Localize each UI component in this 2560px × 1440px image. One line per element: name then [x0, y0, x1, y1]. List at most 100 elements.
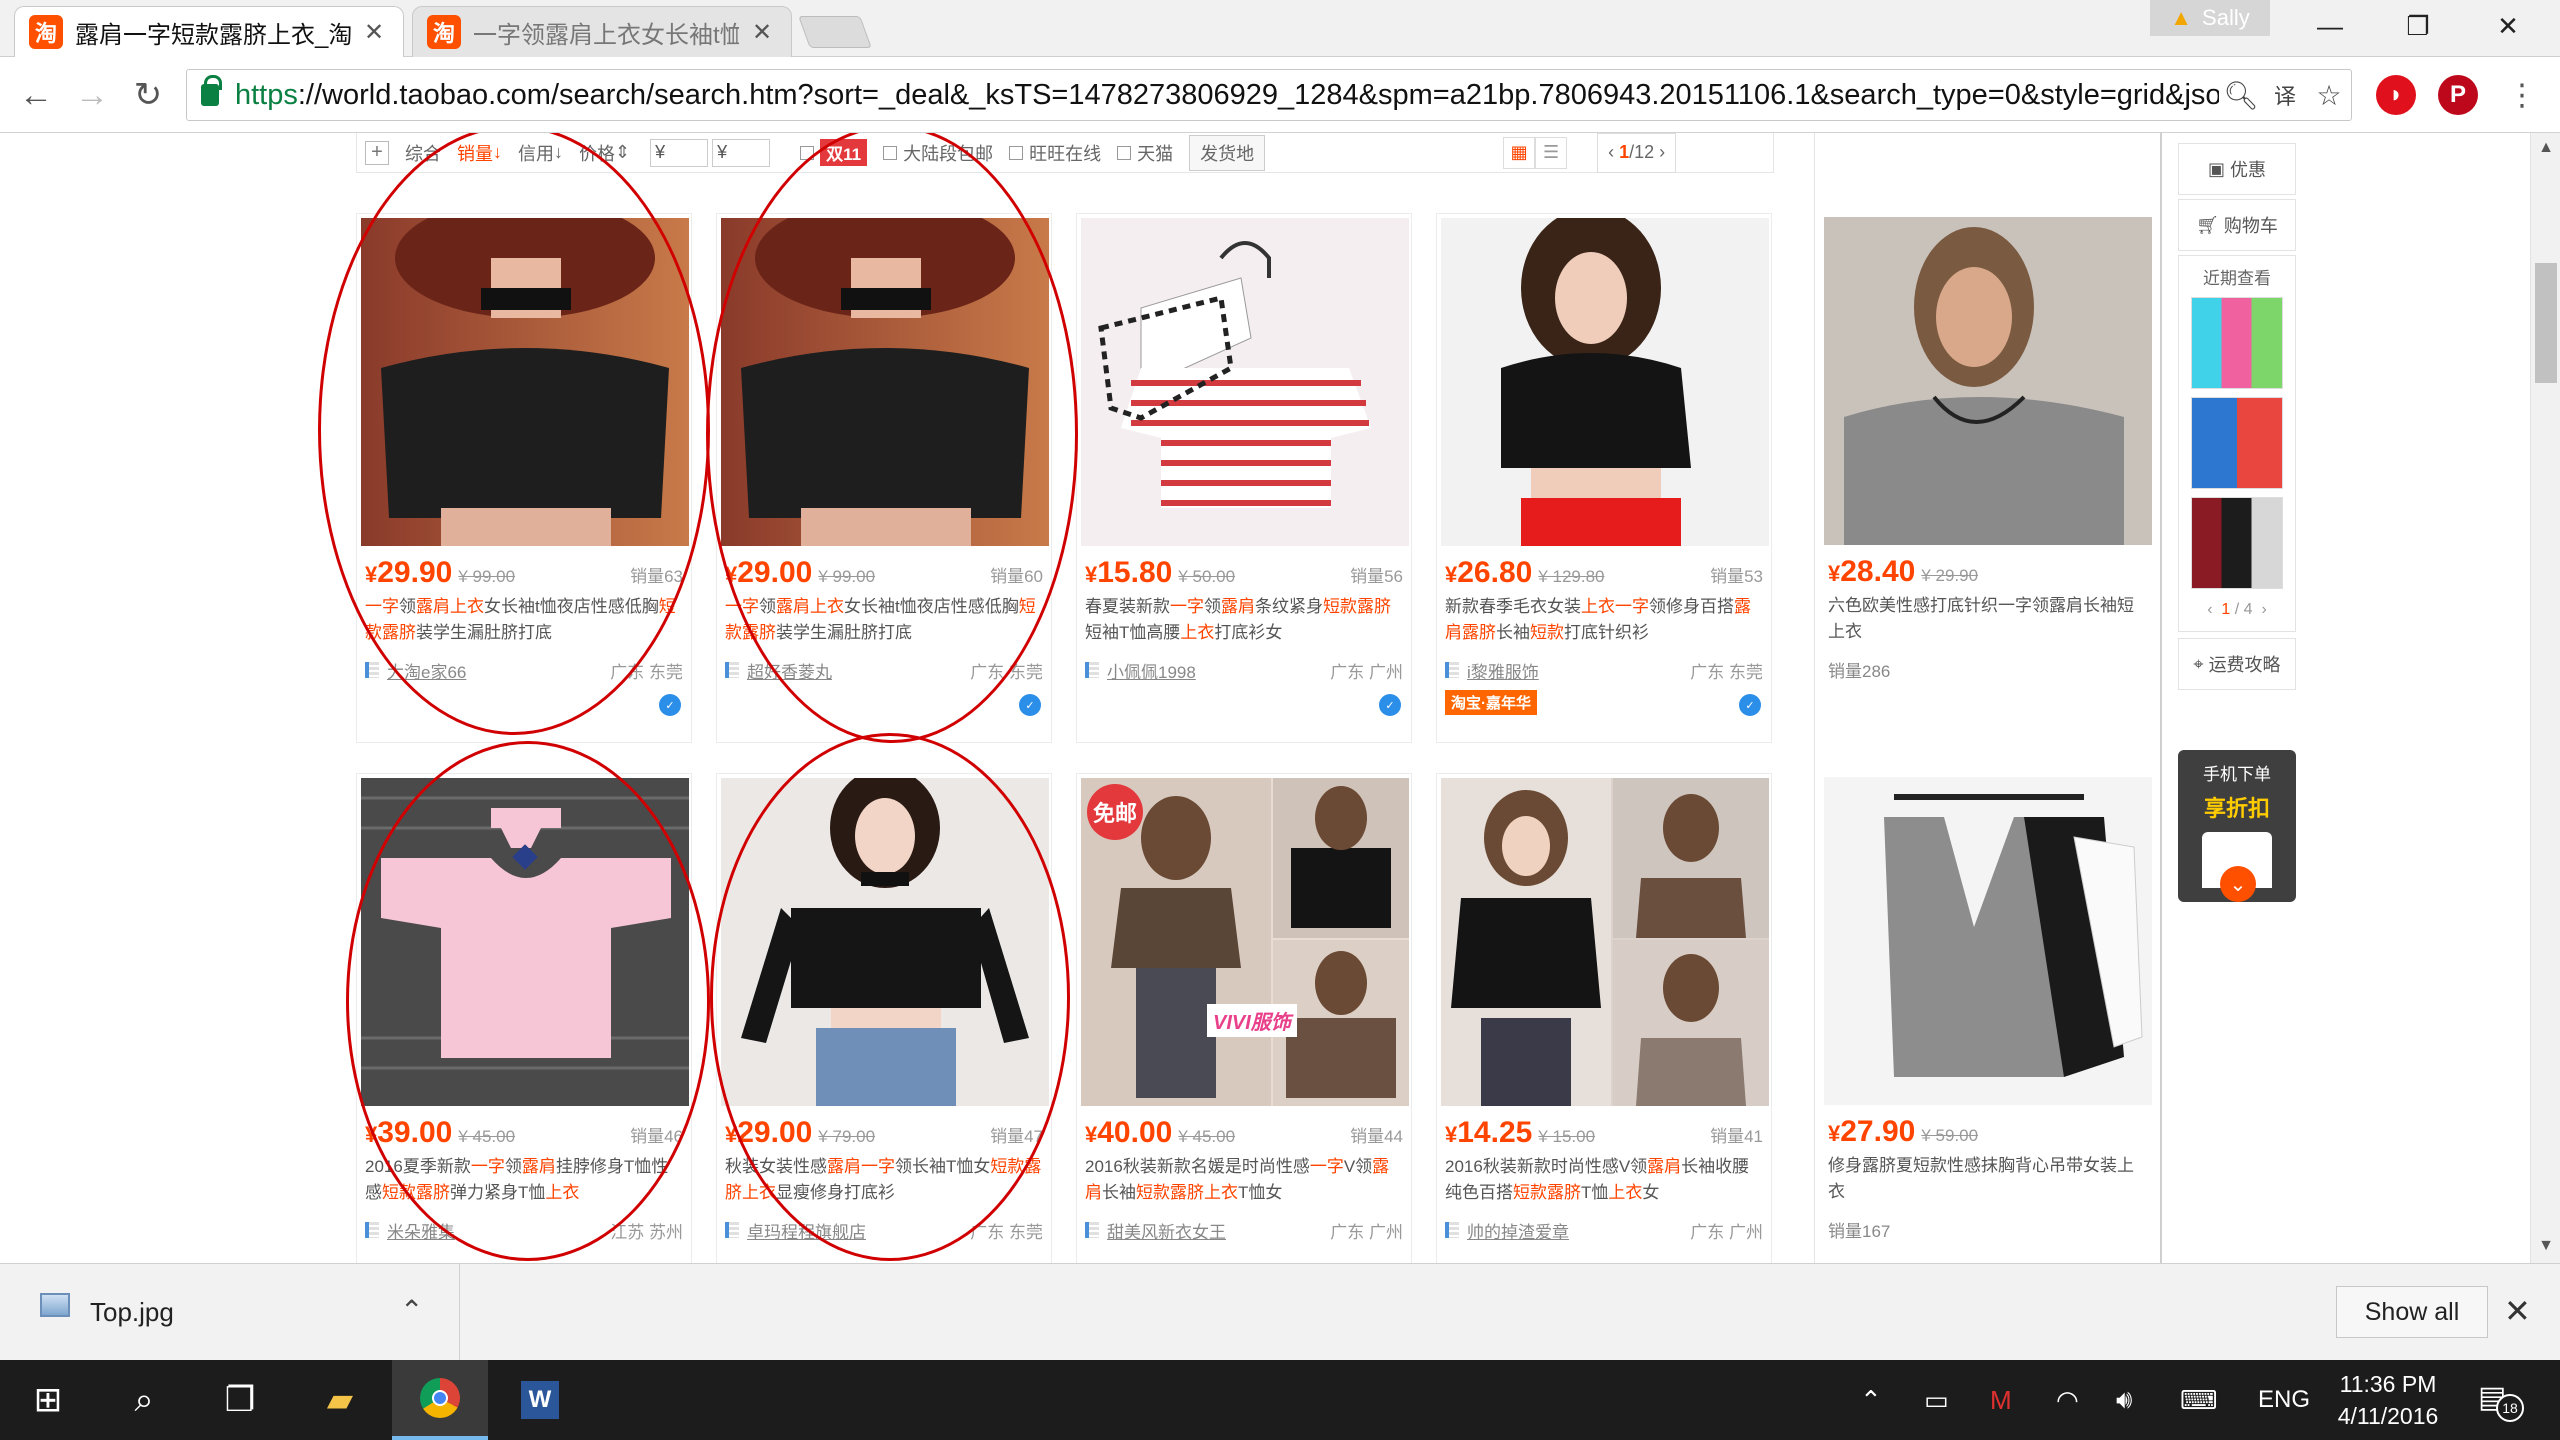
expand-filter-icon[interactable]: +: [365, 140, 389, 165]
sort-sales[interactable]: 销量 ↓: [449, 133, 510, 173]
tab-taobao-search-2[interactable]: 淘 一字领露肩上衣女长袖t恤 ✕: [412, 6, 792, 57]
product-title[interactable]: 秋装女装性感露肩一字领长袖T恤女短款露脐上衣显瘦修身打底衫: [725, 1154, 1043, 1208]
product-card[interactable]: ¥29.00 ¥ 79.00 销量47 秋装女装性感露肩一字领长袖T恤女短款露脐上衣…: [716, 773, 1052, 1263]
product-card[interactable]: ¥28.40 ¥ 29.90 六色欧美性感打底针织一字领露肩长袖短上衣 销量286: [1820, 213, 2156, 743]
scrollbar-thumb[interactable]: [2535, 263, 2557, 383]
keyboard-icon[interactable]: ⌨: [2180, 1360, 2218, 1440]
product-title[interactable]: 2016秋装新款名媛是时尚性感一字V领露肩长袖短款露脐上衣T恤女: [1085, 1154, 1403, 1208]
wangwang-online-filter[interactable]: 旺旺在线: [1001, 133, 1109, 173]
zoom-magnifier-icon[interactable]: 🔍︎: [2219, 73, 2263, 117]
file-explorer-icon[interactable]: ▰: [292, 1360, 388, 1440]
product-image[interactable]: [721, 778, 1049, 1106]
wangwang-chat-icon[interactable]: ✓: [1019, 694, 1041, 716]
recent-item-thumbnail[interactable]: [2191, 397, 2283, 489]
word-icon[interactable]: W: [492, 1360, 588, 1440]
product-card[interactable]: 免邮 VIVI服饰 ¥40.00 ¥ 45.00 销量44 2016秋装新款名媛是时…: [1076, 773, 1412, 1263]
product-image[interactable]: [1824, 217, 2152, 545]
coupon-link[interactable]: ▣ 优惠: [2178, 143, 2296, 195]
mobile-app-promo[interactable]: 手机下单 享折扣 ⌄: [2178, 750, 2296, 902]
product-image[interactable]: [361, 778, 689, 1106]
bookmark-star-icon[interactable]: ☆: [2307, 73, 2351, 117]
vertical-scrollbar[interactable]: ▲ ▼: [2530, 133, 2560, 1263]
product-title[interactable]: 2016秋装新款时尚性感V领露肩长袖收腰纯色百搭短款露脐T恤上衣女: [1445, 1154, 1763, 1208]
price-max-input[interactable]: ¥: [712, 138, 771, 167]
new-tab-button[interactable]: [798, 16, 872, 48]
recent-item-thumbnail[interactable]: [2191, 497, 2283, 589]
product-image[interactable]: [721, 218, 1049, 546]
clock[interactable]: 11:36 PM 4/11/2016: [2328, 1368, 2448, 1432]
shop-link[interactable]: 大淘e家66: [387, 658, 466, 683]
product-card[interactable]: ¥29.00 ¥ 99.00 销量60 一字领露肩上衣女长袖t恤夜店性感低胸短款露脐…: [716, 213, 1052, 743]
chrome-menu-icon[interactable]: ⋮: [2500, 73, 2544, 117]
ship-from-dropdown[interactable]: 发货地: [1189, 134, 1266, 171]
close-tab-icon[interactable]: ✕: [747, 17, 777, 47]
prev-icon[interactable]: ‹: [2207, 601, 2221, 618]
product-title[interactable]: 春夏装新款一字领露肩条纹紧身短款露脐短袖T恤高腰上衣打底衫女: [1085, 594, 1403, 648]
prev-page-icon[interactable]: ‹: [1608, 142, 1619, 163]
sort-general[interactable]: 综合: [397, 133, 449, 173]
checkbox[interactable]: [1117, 145, 1132, 160]
download-item[interactable]: Top.jpg: [0, 1264, 460, 1360]
product-image[interactable]: [1081, 218, 1409, 546]
wangwang-chat-icon[interactable]: ✓: [1739, 694, 1761, 716]
volume-icon[interactable]: 🔊︎: [2116, 1360, 2132, 1440]
shop-link[interactable]: i黎雅服饰: [1467, 658, 1539, 683]
product-card[interactable]: ¥26.80 ¥ 129.80 销量53 新款春季毛衣女装上衣一字领修身百搭露肩露脐…: [1436, 213, 1772, 743]
windows-start-icon[interactable]: ⊞: [0, 1360, 96, 1440]
battery-icon[interactable]: ▭: [1924, 1360, 1949, 1440]
profile-button[interactable]: ▲ Sally: [2150, 0, 2270, 36]
checkbox[interactable]: [1009, 145, 1024, 160]
language-indicator[interactable]: ENG: [2258, 1360, 2310, 1440]
scroll-down-icon[interactable]: ▼: [2531, 1237, 2560, 1255]
show-hidden-icons[interactable]: ⌃: [1860, 1360, 1882, 1440]
list-view-icon[interactable]: ☰: [1535, 136, 1568, 169]
adblock-extension-icon[interactable]: ◗: [2376, 75, 2416, 115]
shop-link[interactable]: 帅的掉渣爱章: [1467, 1218, 1569, 1243]
restore-icon[interactable]: ❐: [2388, 4, 2448, 48]
sort-credit[interactable]: 信用 ↓: [510, 133, 571, 173]
product-title[interactable]: 一字领露肩上衣女长袖t恤夜店性感低胸短款露脐装学生漏肚脐打底: [365, 594, 683, 648]
grid-view-icon[interactable]: ▦: [1503, 136, 1536, 169]
product-card[interactable]: ¥15.80 ¥ 50.00 销量56 春夏装新款一字领露肩条纹紧身短款露脐短袖T恤…: [1076, 213, 1412, 743]
product-image[interactable]: [1441, 778, 1769, 1106]
task-view-icon[interactable]: ❐: [192, 1360, 288, 1440]
shipping-guide-link[interactable]: ⌖ 运费攻略: [2178, 638, 2296, 690]
wangwang-chat-icon[interactable]: ✓: [659, 694, 681, 716]
wifi-icon[interactable]: ◠: [2056, 1360, 2079, 1440]
next-page-icon[interactable]: ›: [1654, 142, 1665, 163]
checkbox[interactable]: [883, 145, 898, 160]
checkbox[interactable]: [800, 145, 815, 160]
sort-price[interactable]: 价格 ⇕: [571, 133, 638, 173]
product-card[interactable]: ¥27.90 ¥ 59.00 修身露脐夏短款性感抹胸背心吊带女装上衣 销量167: [1820, 773, 2156, 1263]
product-image[interactable]: [361, 218, 689, 546]
next-icon[interactable]: ›: [2253, 601, 2266, 618]
product-card[interactable]: ¥39.00 ¥ 45.00 销量46 2016夏季新款一字领露肩挂脖修身T恤性感短…: [356, 773, 692, 1263]
shop-link[interactable]: 小佩佩1998: [1107, 658, 1196, 683]
pinterest-extension-icon[interactable]: P: [2438, 75, 2478, 115]
shop-link[interactable]: 卓玛程程旗舰店: [747, 1218, 866, 1243]
back-arrow-icon[interactable]: ←: [14, 73, 58, 117]
mainland-free-shipping-filter[interactable]: 大陆段包邮: [875, 133, 1001, 173]
mcafee-icon[interactable]: M: [1990, 1360, 2012, 1440]
product-title[interactable]: 修身露脐夏短款性感抹胸背心吊带女装上衣: [1828, 1153, 2148, 1207]
close-icon[interactable]: ✕: [2504, 1292, 2531, 1330]
show-all-button[interactable]: Show all: [2336, 1286, 2488, 1338]
product-image[interactable]: [1824, 777, 2152, 1105]
search-icon[interactable]: ⌕: [96, 1360, 192, 1440]
url-text[interactable]: https://world.taobao.com/search/search.h…: [235, 79, 2219, 112]
recent-item-thumbnail[interactable]: [2191, 297, 2283, 389]
close-window-icon[interactable]: ✕: [2478, 4, 2538, 48]
product-title[interactable]: 一字领露肩上衣女长袖t恤夜店性感低胸短款露脐装学生漏肚脐打底: [725, 594, 1043, 648]
translate-icon[interactable]: 译: [2263, 73, 2307, 117]
shop-link[interactable]: 甜美风新衣女王: [1107, 1218, 1226, 1243]
shop-link[interactable]: 超好香菱丸: [747, 658, 832, 683]
product-card[interactable]: ¥14.25 ¥ 15.00 销量41 2016秋装新款时尚性感V领露肩长袖收腰纯色…: [1436, 773, 1772, 1263]
tab-taobao-search-1[interactable]: 淘 露肩一字短款露脐上衣_淘 ✕: [14, 6, 404, 57]
reload-icon[interactable]: ↻: [126, 73, 170, 117]
product-title[interactable]: 六色欧美性感打底针织一字领露肩长袖短上衣: [1828, 593, 2148, 647]
price-min-input[interactable]: ¥: [650, 138, 709, 167]
tmall-filter[interactable]: 天猫: [1109, 133, 1181, 173]
product-title[interactable]: 2016夏季新款一字领露肩挂脖修身T恤性感短款露脐弹力紧身T恤上衣: [365, 1154, 683, 1208]
action-center-icon[interactable]: ▤ 18: [2478, 1380, 2524, 1422]
minimize-icon[interactable]: —: [2300, 4, 2360, 48]
